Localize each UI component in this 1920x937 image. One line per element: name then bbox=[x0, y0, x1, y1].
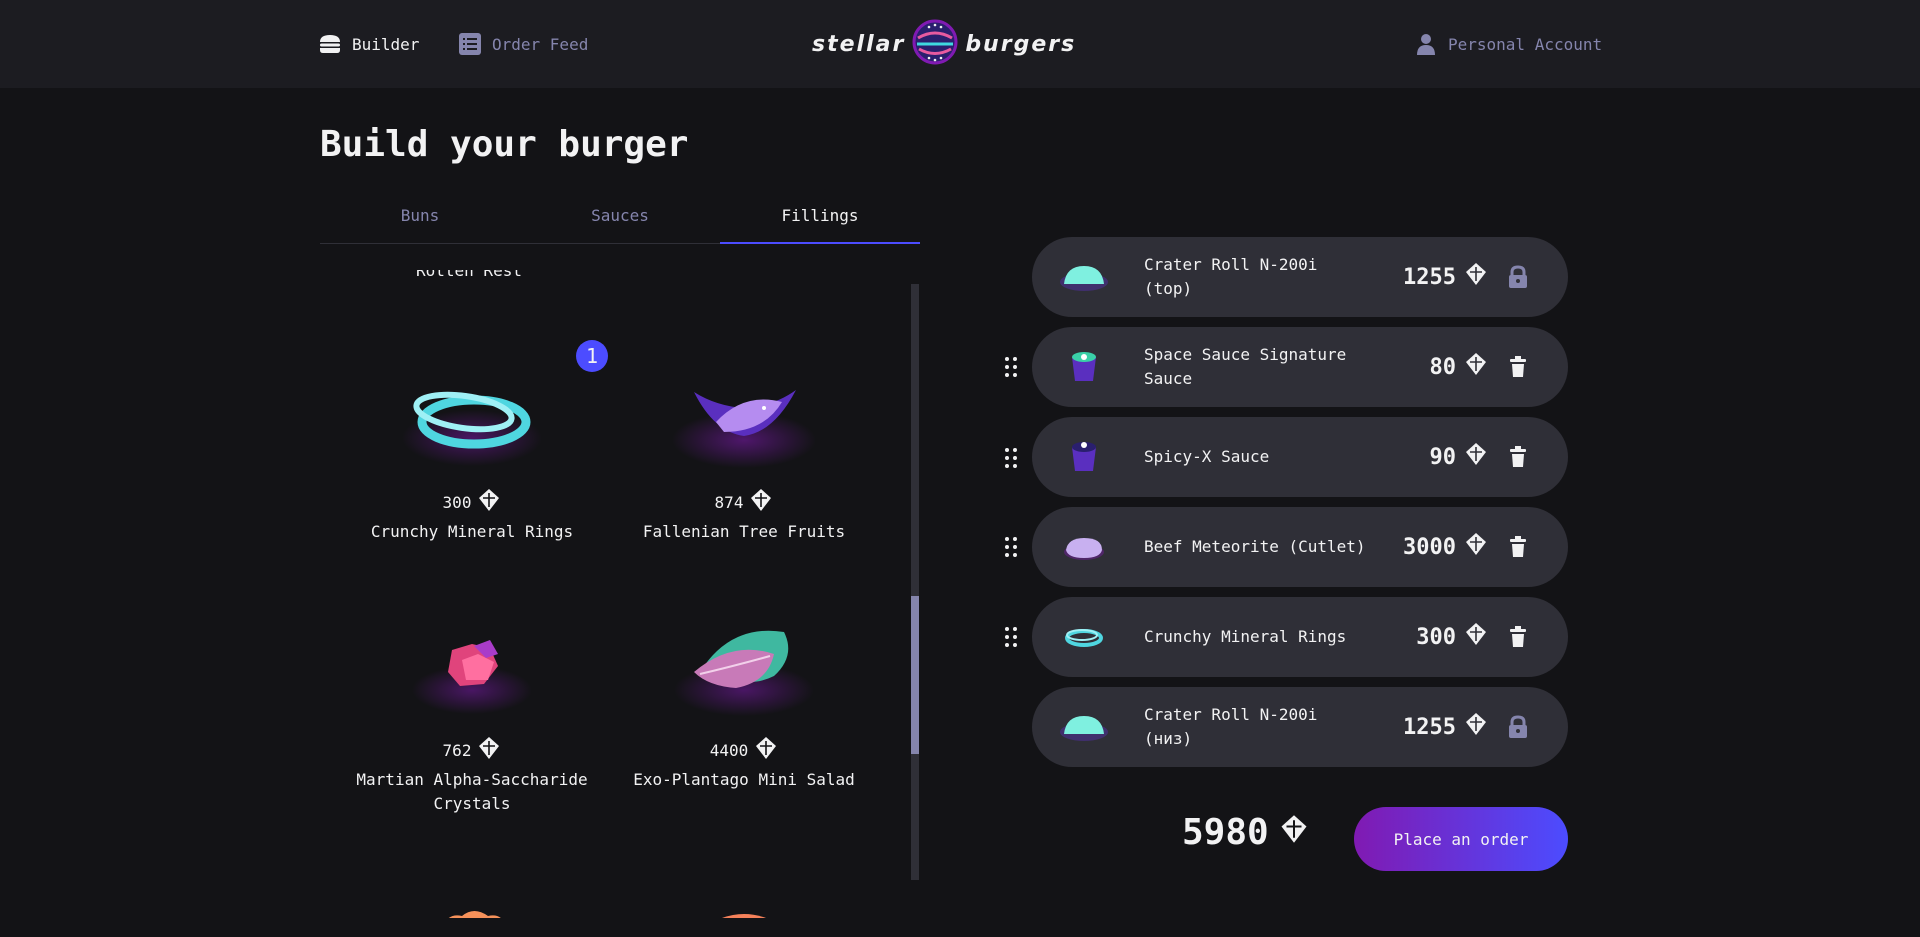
constructor-item-name: Beef Meteorite (Cutlet) bbox=[1144, 537, 1366, 556]
order-total-value: 5980 bbox=[1182, 812, 1269, 853]
nav-builder[interactable]: Builder bbox=[318, 30, 419, 58]
card-price: 874 bbox=[608, 488, 880, 516]
tab-sauces[interactable]: Sauces bbox=[520, 200, 720, 243]
partial-ingredient-image bbox=[436, 906, 512, 918]
scrollbar-thumb[interactable] bbox=[911, 596, 919, 754]
partial-ingredient-image bbox=[688, 898, 800, 918]
constructor-item[interactable]: Crunchy Mineral Rings 300 bbox=[1032, 597, 1568, 677]
cutlet-thumbnail bbox=[1044, 532, 1124, 562]
card-name: Martian Alpha-Saccharide Crystals bbox=[356, 770, 588, 813]
constructor-item-price: 3000 bbox=[1403, 532, 1488, 562]
nav-order-feed-label: Order Feed bbox=[492, 34, 589, 54]
currency-icon bbox=[477, 736, 501, 764]
currency-icon bbox=[1279, 812, 1309, 853]
card-name: Exo-Plantago Mini Salad bbox=[633, 770, 855, 789]
ingredient-card-fallenian-tree-fruits[interactable]: 874 Fallenian Tree Fruits bbox=[608, 362, 880, 544]
constructor-item-name: Crunchy Mineral Rings bbox=[1144, 627, 1347, 646]
constructor-item-price: 300 bbox=[1416, 622, 1488, 652]
currency-icon bbox=[1464, 712, 1488, 742]
drag-handle-icon[interactable] bbox=[1002, 625, 1020, 649]
crunchy-mineral-rings-image bbox=[352, 362, 592, 482]
card-price: 4400 bbox=[608, 736, 880, 764]
constructor-item-price: 90 bbox=[1430, 442, 1489, 472]
trash-icon[interactable] bbox=[1504, 626, 1532, 648]
order-total: 5980 bbox=[1182, 812, 1309, 853]
currency-icon bbox=[1464, 262, 1488, 292]
burger-icon bbox=[318, 32, 342, 56]
ingredient-card-martian-alpha-saccharide-crystals[interactable]: 762 Martian Alpha-Saccharide Crystals bbox=[336, 610, 608, 816]
currency-icon bbox=[1464, 442, 1488, 472]
drag-handle-icon[interactable] bbox=[1002, 446, 1020, 470]
constructor-item-price: 80 bbox=[1430, 352, 1489, 382]
trash-icon[interactable] bbox=[1504, 536, 1532, 558]
tab-fillings[interactable]: Fillings bbox=[720, 200, 920, 244]
nav-builder-label: Builder bbox=[352, 34, 420, 54]
martian-crystals-image bbox=[352, 610, 592, 730]
constructor-item-name: Spicy-X Sauce bbox=[1144, 447, 1270, 466]
currency-icon bbox=[749, 488, 773, 516]
currency-icon bbox=[477, 488, 501, 516]
constructor-item-top-bun: Crater Roll N-200i (top) 1255 bbox=[1032, 237, 1568, 317]
currency-icon bbox=[1464, 532, 1488, 562]
drag-handle-icon[interactable] bbox=[1002, 355, 1020, 379]
nav-account-label: Personal Account bbox=[1448, 34, 1603, 54]
tab-buns[interactable]: Buns bbox=[320, 200, 520, 243]
card-name: Crunchy Mineral Rings bbox=[370, 522, 574, 541]
card-price: 762 bbox=[336, 736, 608, 764]
logo-text-right: burgers bbox=[965, 31, 1077, 57]
constructor-item-name: Crater Roll N-200i (низ) bbox=[1144, 705, 1318, 748]
trash-icon[interactable] bbox=[1504, 446, 1532, 468]
sauce-thumbnail bbox=[1044, 437, 1124, 477]
drag-handle-icon[interactable] bbox=[1002, 535, 1020, 559]
nav-order-feed[interactable]: Order Feed bbox=[458, 30, 588, 58]
constructor-item-name: Crater Roll N-200i (top) bbox=[1144, 255, 1318, 298]
nav-personal-account[interactable]: Personal Account bbox=[1414, 30, 1602, 58]
constructor-item[interactable]: Spicy-X Sauce 90 bbox=[1032, 417, 1568, 497]
lock-icon bbox=[1504, 265, 1532, 289]
ingredient-card-crunchy-mineral-rings[interactable]: 300 Crunchy Mineral Rings bbox=[336, 362, 608, 544]
ingredient-card-exo-plantago-mini-salad[interactable]: 4400 Exo-Plantago Mini Salad bbox=[608, 610, 880, 792]
constructor-item[interactable]: Space Sauce Signature Sauce 80 bbox=[1032, 327, 1568, 407]
constructor-item-bottom-bun: Crater Roll N-200i (низ) 1255 bbox=[1032, 687, 1568, 767]
constructor-item-price: 1255 bbox=[1403, 712, 1488, 742]
constructor-item-price: 1255 bbox=[1403, 262, 1488, 292]
logo-planet-icon bbox=[911, 18, 959, 70]
logo[interactable]: stellar burgers bbox=[812, 16, 1108, 72]
cut-off-ingredient-name: Rotten Rest bbox=[416, 270, 522, 280]
user-icon bbox=[1414, 32, 1438, 56]
constructor-item[interactable]: Beef Meteorite (Cutlet) 3000 bbox=[1032, 507, 1568, 587]
logo-text-left: stellar bbox=[812, 31, 906, 57]
lock-icon bbox=[1504, 715, 1532, 739]
card-price: 300 bbox=[336, 488, 608, 516]
rings-thumbnail bbox=[1044, 622, 1124, 652]
scrollbar-track[interactable] bbox=[911, 284, 919, 880]
constructor-item-name: Space Sauce Signature Sauce bbox=[1144, 345, 1347, 388]
app-header: Builder Order Feed stellar burgers Perso… bbox=[0, 0, 1920, 88]
trash-icon[interactable] bbox=[1504, 356, 1532, 378]
exo-plantago-salad-image bbox=[624, 610, 864, 730]
bun-thumbnail bbox=[1044, 712, 1124, 742]
currency-icon bbox=[754, 736, 778, 764]
ingredient-tabs: Buns Sauces Fillings bbox=[320, 200, 920, 244]
fallenian-tree-fruits-image bbox=[624, 362, 864, 482]
bun-thumbnail bbox=[1044, 262, 1124, 292]
currency-icon bbox=[1464, 622, 1488, 652]
currency-icon bbox=[1464, 352, 1488, 382]
card-name: Fallenian Tree Fruits bbox=[642, 522, 846, 541]
list-icon bbox=[458, 32, 482, 56]
sauce-thumbnail bbox=[1044, 347, 1124, 387]
place-order-button[interactable]: Place an order bbox=[1354, 807, 1568, 871]
page-title: Build your burger bbox=[320, 124, 689, 165]
